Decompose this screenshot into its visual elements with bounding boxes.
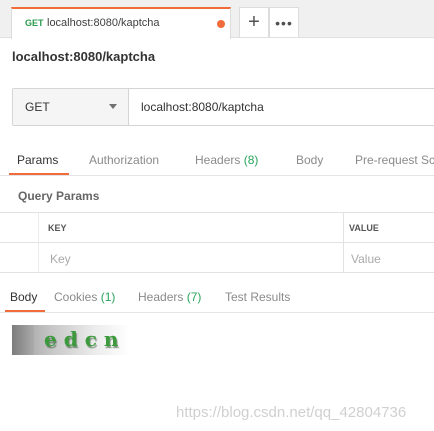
table-divider xyxy=(38,213,39,272)
resp-tab-body[interactable]: Body xyxy=(10,290,37,304)
query-params-title: Query Params xyxy=(18,189,100,203)
request-name: localhost:8080/kaptcha xyxy=(12,49,156,64)
method-select[interactable]: GET xyxy=(13,89,129,125)
resp-tab-cookies[interactable]: Cookies (1) xyxy=(54,290,115,304)
active-tab-indicator xyxy=(5,310,45,312)
key-column-header: KEY xyxy=(48,223,67,233)
tab-pre-request-script[interactable]: Pre-request Sc xyxy=(355,153,434,167)
table-divider xyxy=(343,213,344,272)
url-input[interactable] xyxy=(129,89,434,125)
tab-url-label: localhost:8080/kaptcha xyxy=(47,17,160,29)
resp-tab-headers-label: Headers xyxy=(138,290,184,304)
tab-headers-label: Headers xyxy=(195,153,241,167)
response-tabs: Body Cookies (1) Headers (7) Test Result… xyxy=(0,285,434,313)
captcha-text: edcn xyxy=(44,327,126,351)
active-tab-indicator xyxy=(9,173,69,175)
resp-tab-cookies-label: Cookies xyxy=(54,290,98,304)
tab-bar: GET localhost:8080/kaptcha + ••• xyxy=(0,0,434,39)
tab-headers-count: (8) xyxy=(243,153,259,167)
tab-method-label: GET xyxy=(25,18,44,28)
tab-authorization[interactable]: Authorization xyxy=(89,153,159,167)
tab-headers[interactable]: Headers (8) xyxy=(195,153,258,167)
resp-tab-test-results[interactable]: Test Results xyxy=(225,290,290,304)
resp-tab-headers[interactable]: Headers (7) xyxy=(138,290,201,304)
tab-params[interactable]: Params xyxy=(17,153,58,167)
watermark: https://blog.csdn.net/qq_42804736 xyxy=(176,404,407,421)
new-tab-button[interactable]: + xyxy=(239,7,269,37)
unsaved-dot-icon xyxy=(217,20,225,28)
url-bar: GET xyxy=(12,88,434,126)
captcha-image: edcn xyxy=(12,325,130,355)
chevron-down-icon xyxy=(109,104,117,109)
request-tab[interactable]: GET localhost:8080/kaptcha xyxy=(11,7,231,39)
value-column-header: VALUE xyxy=(349,223,379,233)
resp-tab-cookies-count: (1) xyxy=(100,290,116,304)
plus-icon: + xyxy=(248,11,260,33)
resp-tab-headers-count: (7) xyxy=(186,290,202,304)
value-input[interactable]: Value xyxy=(351,252,381,266)
tab-body[interactable]: Body xyxy=(296,153,323,167)
key-input[interactable]: Key xyxy=(50,252,71,266)
method-value: GET xyxy=(25,100,50,114)
more-tabs-button[interactable]: ••• xyxy=(269,7,299,37)
captcha-noise xyxy=(12,325,34,355)
ellipsis-icon: ••• xyxy=(275,14,293,31)
query-params-table: KEY VALUE Key Value xyxy=(0,212,434,273)
request-tabs: Params Authorization Headers (8) Body Pr… xyxy=(0,149,434,176)
